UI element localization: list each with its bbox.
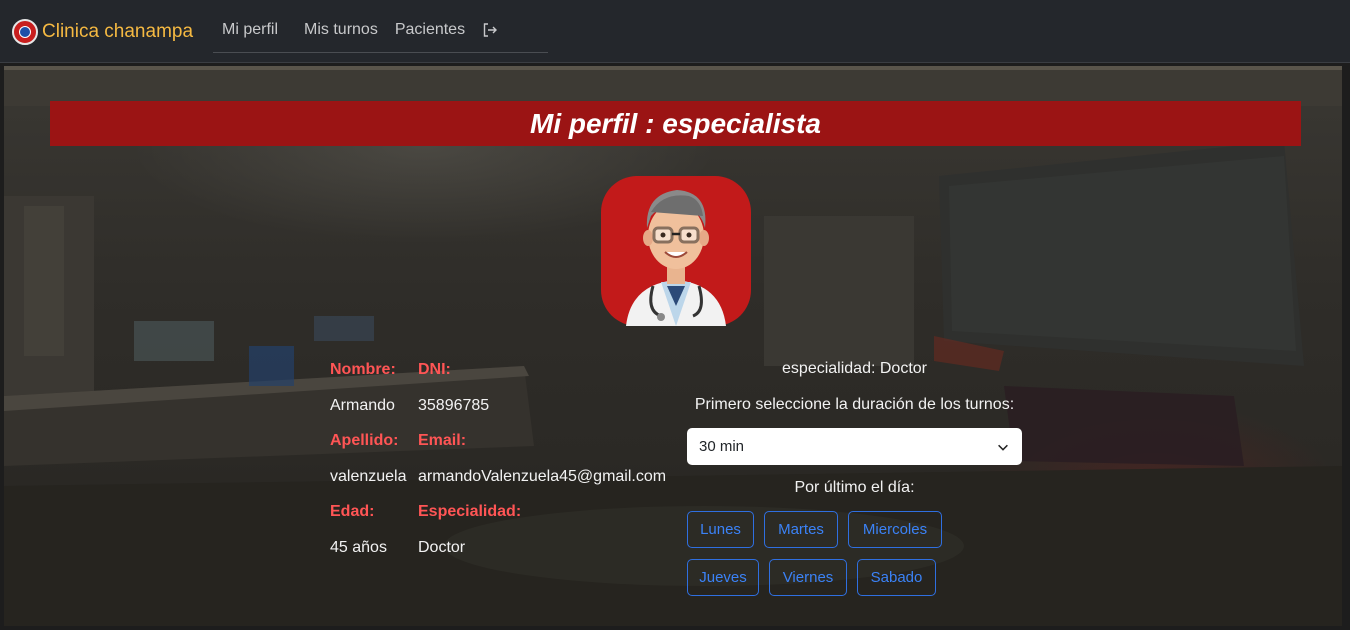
logout-icon[interactable] — [482, 22, 498, 42]
dni-label: DNI: — [418, 361, 451, 378]
email-value: armandoValenzuela45@gmail.com — [418, 468, 667, 485]
email-label: Email: — [418, 432, 467, 449]
day-button-viernes[interactable]: Viernes — [769, 559, 847, 596]
duration-select[interactable]: 30 min — [687, 428, 1022, 465]
day-label: Por último el día: — [794, 479, 915, 496]
especialidad-value: Doctor — [418, 539, 466, 556]
especialidad-label: Especialidad: — [418, 503, 522, 520]
nav-mi-perfil[interactable]: Mi perfil — [213, 21, 295, 43]
nombre-value: Armando — [330, 397, 395, 414]
brand[interactable]: Clinica chanampa — [12, 18, 193, 46]
nav-links: Mi perfil Mis turnos Pacientes — [213, 12, 548, 53]
duration-selected-value: 30 min — [699, 438, 745, 455]
edad-value: 45 años — [330, 539, 387, 556]
day-button-lunes[interactable]: Lunes — [687, 511, 754, 548]
day-button-martes[interactable]: Martes — [764, 511, 838, 548]
day-button-jueves[interactable]: Jueves — [687, 559, 759, 596]
navbar: Clinica chanampa Mi perfil Mis turnos Pa… — [0, 0, 1350, 63]
dni-value: 35896785 — [418, 397, 490, 414]
page-title: Mi perfil : especialista — [530, 108, 821, 139]
speciality-text: especialidad: Doctor — [782, 360, 927, 377]
edad-label: Edad: — [330, 503, 375, 520]
doctor-avatar-illustration — [626, 190, 726, 326]
day-button-sabado[interactable]: Sabado — [857, 559, 936, 596]
apellido-label: Apellido: — [330, 432, 399, 449]
page-title-bar: Mi perfil : especialista — [50, 101, 1301, 146]
chevron-down-icon — [998, 444, 1008, 451]
nav-pacientes[interactable]: Pacientes — [395, 21, 482, 43]
day-button-miercoles[interactable]: Miercoles — [848, 511, 942, 548]
apellido-value: valenzuela — [330, 468, 407, 485]
nombre-label: Nombre: — [330, 361, 396, 378]
doctor-avatar — [601, 176, 751, 326]
clinic-logo-icon — [12, 19, 38, 45]
brand-name: Clinica chanampa — [42, 21, 194, 42]
duration-label: Primero seleccione la duración de los tu… — [694, 396, 1015, 413]
hospital-background-image — [4, 70, 1342, 626]
profile-section: Mi perfil : especialista Nombre: DNI: Ar… — [4, 66, 1342, 626]
nav-mis-turnos[interactable]: Mis turnos — [295, 21, 395, 43]
